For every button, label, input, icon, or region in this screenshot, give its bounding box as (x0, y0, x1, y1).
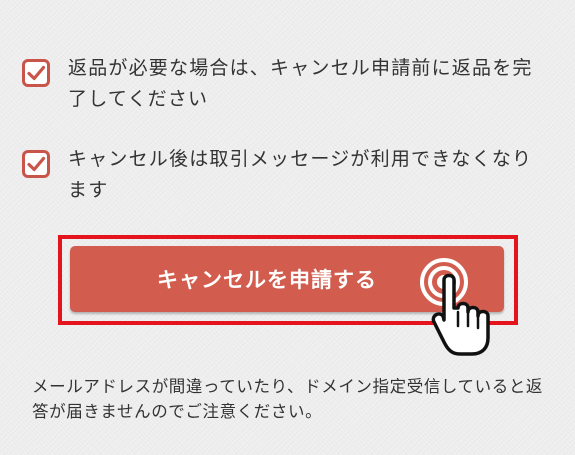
checklist-text-return: 返品が必要な場合は、キャンセル申請前に返品を完了してください (68, 57, 533, 110)
checklist-item-return[interactable]: 返品が必要な場合は、キャンセル申請前に返品を完了してください (22, 53, 552, 115)
email-notice: メールアドレスが間違っていたり、ドメイン指定受信していると返答が届きませんのでご… (32, 377, 544, 421)
checklist-item-message[interactable]: キャンセル後は取引メッセージが利用できなくなります (22, 144, 552, 206)
pointing-hand-icon (431, 273, 490, 356)
checkbox-message[interactable] (22, 150, 50, 178)
request-cancel-label: キャンセルを申請する (157, 268, 377, 292)
check-icon (27, 65, 46, 81)
checkbox-return[interactable] (22, 59, 50, 87)
checklist-text-message: キャンセル後は取引メッセージが利用できなくなります (68, 148, 533, 201)
check-icon (27, 156, 46, 172)
